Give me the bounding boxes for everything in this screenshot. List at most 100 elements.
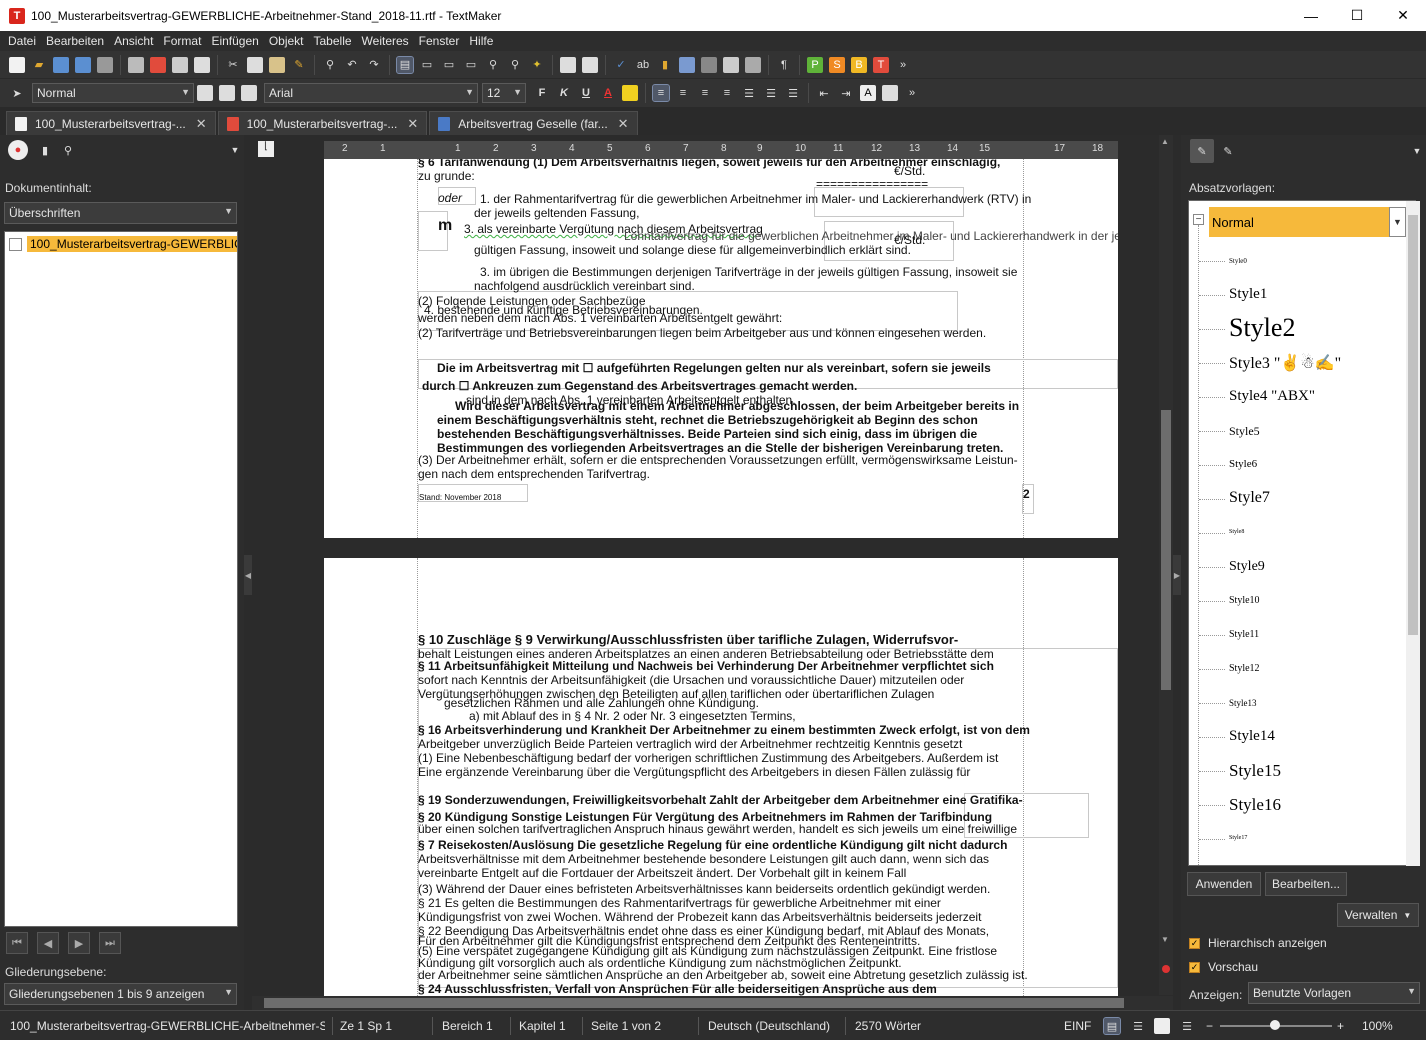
navigator-icon[interactable]: ● <box>8 140 28 160</box>
show-styles-select[interactable]: Benutzte Vorlagen ▼ <box>1248 982 1420 1004</box>
tab-document-3[interactable]: Arbeitsvertrag Geselle (far... ✕ <box>429 111 638 135</box>
print-preview-icon[interactable] <box>172 56 188 73</box>
manage-styles-button[interactable]: Verwalten ▼ <box>1337 903 1419 927</box>
highlight-icon[interactable] <box>622 85 638 101</box>
close-window-button[interactable]: ✕ <box>1380 0 1426 31</box>
style-item-2[interactable]: Style2 <box>1229 313 1295 343</box>
scrollbar-thumb[interactable] <box>1161 410 1171 690</box>
style-item-12[interactable]: Style12 <box>1229 663 1260 674</box>
font-color-icon[interactable]: A <box>600 85 616 101</box>
menu-hilfe[interactable]: Hilfe <box>464 34 498 48</box>
styles-scrollbar[interactable] <box>1406 201 1420 866</box>
master-page-view-icon[interactable] <box>1154 1018 1170 1034</box>
save-icon[interactable] <box>53 56 69 73</box>
decrease-indent-icon[interactable]: ⇤ <box>816 85 832 101</box>
preview-checkbox[interactable]: ✓ <box>1189 961 1200 973</box>
textmaker-icon[interactable]: T <box>873 56 889 73</box>
normal-view-icon[interactable]: ▭ <box>441 57 457 73</box>
menu-tabelle[interactable]: Tabelle <box>309 34 357 48</box>
frame-icon[interactable] <box>701 56 717 73</box>
status-insert-mode[interactable]: EINF <box>1064 1019 1091 1033</box>
chart-icon[interactable]: ▮ <box>657 57 673 73</box>
menu-ansicht[interactable]: Ansicht <box>109 34 158 48</box>
autocorrect-icon[interactable]: ab <box>635 57 651 73</box>
text-frame-icon[interactable]: A <box>860 85 876 101</box>
hierarchical-checkbox-row[interactable]: ✓ Hierarchisch anzeigen <box>1189 936 1327 950</box>
collapse-right-panel-handle[interactable]: ▶ <box>1173 555 1181 595</box>
style-item-17[interactable]: Style17 <box>1229 835 1247 841</box>
numbered-list-icon[interactable]: ☰ <box>763 85 779 101</box>
style-item-7[interactable]: Style7 <box>1229 489 1270 507</box>
close-tab-icon[interactable]: ✕ <box>407 116 418 132</box>
zoom-in-button[interactable]: + <box>1337 1019 1344 1033</box>
previous-heading-button[interactable]: ◀ <box>37 932 59 954</box>
close-tab-icon[interactable]: ✕ <box>618 116 629 132</box>
paragraph-style-select[interactable]: Normal ▼ <box>32 83 194 103</box>
outline-tree-item[interactable]: 100_Musterarbeitsvertrag-GEWERBLICHE-Arb… <box>9 236 237 252</box>
header-footer-icon[interactable]: ▭ <box>419 57 435 73</box>
hierarchical-checkbox[interactable]: ✓ <box>1189 937 1200 949</box>
browse-object-icon[interactable] <box>1162 965 1170 973</box>
horizontal-ruler[interactable]: 2 1 1 2 3 4 5 6 7 8 9 10 11 12 13 14 15 … <box>324 141 1118 159</box>
outline-level-select[interactable]: Gliederungsebenen 1 bis 9 anzeigen ▼ <box>4 983 237 1005</box>
style-item-13[interactable]: Style13 <box>1229 698 1257 708</box>
document-horizontal-scrollbar[interactable] <box>252 996 1173 1010</box>
select-pointer-icon[interactable]: ➤ <box>9 85 25 101</box>
print-icon[interactable] <box>128 56 144 73</box>
planmaker-icon[interactable]: P <box>807 56 823 73</box>
scroll-up-icon[interactable]: ▲ <box>1161 137 1169 146</box>
zoom-level[interactable]: 100% <box>1362 1019 1393 1033</box>
menu-objekt[interactable]: Objekt <box>264 34 309 48</box>
align-right-icon[interactable]: ≡ <box>697 85 713 101</box>
spellcheck-icon[interactable]: ✓ <box>613 57 629 73</box>
style-item-16[interactable]: Style16 <box>1229 795 1281 815</box>
page-view-icon[interactable]: ▤ <box>1103 1017 1121 1035</box>
open-folder-icon[interactable]: ▰ <box>31 57 47 73</box>
align-justify-icon[interactable]: ≡ <box>719 85 735 101</box>
toolbar-overflow-icon[interactable]: » <box>895 57 911 73</box>
next-heading-button[interactable]: ▶ <box>68 932 90 954</box>
picture-icon[interactable] <box>679 56 695 73</box>
maximize-button[interactable]: ☐ <box>1334 0 1380 31</box>
basicmaker-icon[interactable]: B <box>851 56 867 73</box>
align-left-icon[interactable]: ≡ <box>652 84 670 102</box>
paste-icon[interactable] <box>269 56 285 73</box>
style-item-5[interactable]: Style5 <box>1229 424 1260 439</box>
drawing-icon[interactable] <box>723 56 739 73</box>
align-center-icon[interactable]: ≡ <box>675 85 691 101</box>
style-item-3[interactable]: Style3 "✌☃✍" <box>1229 353 1341 373</box>
style-item-11[interactable]: Style11 <box>1229 629 1259 640</box>
style-item-4[interactable]: Style4 "ABX" <box>1229 388 1315 405</box>
menu-datei[interactable]: Datei <box>3 34 41 48</box>
increase-indent-icon[interactable]: ⇥ <box>838 85 854 101</box>
presentations-icon[interactable]: S <box>829 56 845 73</box>
style-item-8[interactable]: Style8 <box>1229 529 1244 535</box>
menu-weiteres[interactable]: Weiteres <box>357 34 414 48</box>
collapse-tree-icon[interactable]: − <box>1193 214 1204 225</box>
preview-checkbox-row[interactable]: ✓ Vorschau <box>1189 960 1258 974</box>
continuous-view-icon[interactable]: ☰ <box>1130 1018 1146 1034</box>
search-icon[interactable]: ⚲ <box>60 142 76 158</box>
content-filter-select[interactable]: Überschriften ▼ <box>4 202 237 224</box>
tab-stop-selector[interactable]: ⌊ <box>258 141 274 157</box>
export-pdf-icon[interactable] <box>150 56 166 73</box>
menu-fenster[interactable]: Fenster <box>414 34 465 48</box>
italic-button[interactable]: K <box>556 85 572 101</box>
font-size-select[interactable]: 12 ▼ <box>482 83 526 103</box>
style-item-1[interactable]: Style1 <box>1229 286 1267 303</box>
object-style-icon[interactable] <box>219 85 235 101</box>
outline-view-icon[interactable]: ▭ <box>463 57 479 73</box>
insert-table-icon[interactable] <box>582 56 598 73</box>
bold-button[interactable]: F <box>534 85 550 101</box>
save-all-icon[interactable] <box>97 56 113 73</box>
apply-style-button[interactable]: Anwenden <box>1187 872 1261 896</box>
bookmarks-icon[interactable]: ▮ <box>37 142 53 158</box>
style-item-15[interactable]: Style15 <box>1229 761 1281 781</box>
insert-object-icon[interactable]: ✦ <box>529 57 545 73</box>
edit-style-button[interactable]: Bearbeiten... <box>1265 872 1347 896</box>
bullet-list-icon[interactable]: ☰ <box>741 85 757 101</box>
close-tab-icon[interactable]: ✕ <box>196 116 207 132</box>
table-style-icon[interactable] <box>241 85 257 101</box>
format-painter-icon[interactable]: ✎ <box>291 57 307 73</box>
outline-tree[interactable]: 100_Musterarbeitsvertrag-GEWERBLICHE-Arb… <box>4 231 238 927</box>
